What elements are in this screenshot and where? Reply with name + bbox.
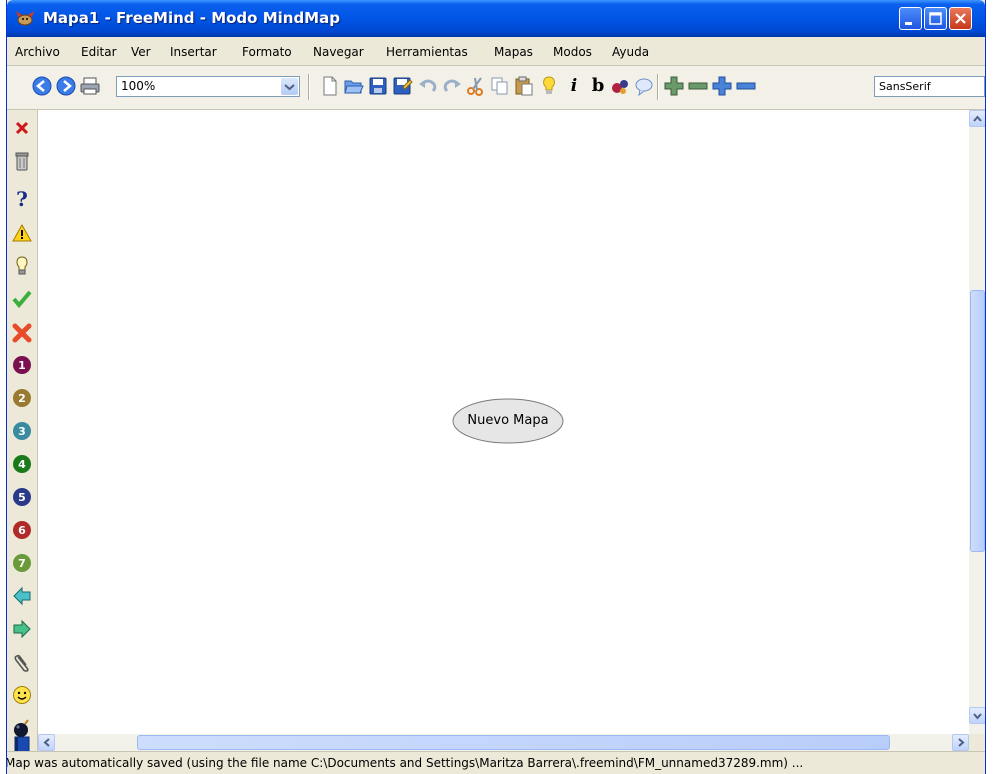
close-button[interactable] (949, 7, 972, 30)
lightbulb-icon[interactable] (538, 75, 560, 97)
scroll-up-button[interactable] (969, 110, 985, 127)
priority-5-icon[interactable]: 5 (12, 486, 32, 508)
minimize-button[interactable] (899, 7, 922, 30)
delete-icon[interactable] (12, 116, 32, 138)
font-family-select[interactable]: SansSerif (874, 76, 985, 97)
app-window: Mapa1 - FreeMind - Modo MindMap Archivo … (6, 0, 986, 774)
save-icon[interactable] (367, 75, 389, 97)
cross-icon[interactable] (12, 321, 32, 343)
menu-modos[interactable]: Modos (553, 45, 592, 59)
priority-2-icon[interactable]: 2 (12, 387, 32, 409)
root-node[interactable]: Nuevo Mapa (452, 398, 564, 444)
paperclip-icon[interactable] (12, 651, 32, 673)
smiley-icon[interactable] (12, 684, 32, 706)
cloud-icon[interactable] (633, 75, 655, 97)
warning-icon[interactable] (12, 222, 32, 244)
menu-mapas[interactable]: Mapas (494, 45, 533, 59)
toolbar-separator (308, 74, 310, 100)
priority-3-icon[interactable]: 3 (12, 420, 32, 442)
menu-formato[interactable]: Formato (242, 45, 292, 59)
font-family-value: SansSerif (879, 80, 931, 93)
vertical-scrollbar[interactable] (969, 110, 985, 734)
priority-4-icon[interactable]: 4 (12, 453, 32, 475)
menu-navegar[interactable]: Navegar (313, 45, 364, 59)
arrow-left-icon[interactable] (12, 585, 32, 607)
priority-5-label: 5 (18, 491, 26, 504)
priority-2-label: 2 (18, 392, 26, 405)
root-node-label: Nuevo Mapa (467, 413, 549, 428)
menu-ayuda[interactable]: Ayuda (612, 45, 649, 59)
freemind-app-icon (15, 9, 35, 27)
horizontal-scroll-thumb[interactable] (137, 735, 890, 750)
enlarge-font-icon[interactable] (663, 75, 685, 97)
priority-4-label: 4 (18, 458, 26, 471)
italic-button[interactable]: i (563, 75, 585, 97)
bold-button[interactable]: b (587, 75, 609, 97)
mindmap-canvas[interactable]: Nuevo Mapa (38, 110, 969, 734)
window-title: Mapa1 - FreeMind - Modo MindMap (43, 9, 340, 27)
checkmark-icon[interactable] (12, 288, 32, 310)
forward-icon[interactable] (55, 75, 77, 97)
title-bar[interactable]: Mapa1 - FreeMind - Modo MindMap (7, 0, 985, 37)
redo-icon[interactable] (441, 75, 463, 97)
menu-bar: Archivo Editar Ver Insertar Formato Nave… (7, 37, 985, 66)
print-icon[interactable] (79, 75, 101, 97)
menu-editar[interactable]: Editar (81, 45, 117, 59)
lightbulb-icon[interactable] (12, 255, 32, 277)
undo-icon[interactable] (417, 75, 439, 97)
scroll-down-button[interactable] (969, 707, 985, 724)
status-bar: Map was automatically saved (using the f… (7, 751, 985, 774)
chevron-down-icon[interactable] (281, 78, 298, 95)
reduce-font-icon[interactable] (687, 75, 709, 97)
copy-icon[interactable] (489, 75, 511, 97)
menu-herramientas[interactable]: Herramientas (386, 45, 468, 59)
save-as-icon[interactable] (391, 75, 413, 97)
priority-7-icon[interactable]: 7 (12, 552, 32, 574)
menu-insertar[interactable]: Insertar (170, 45, 217, 59)
menu-ver[interactable]: Ver (131, 45, 151, 59)
priority-6-label: 6 (18, 524, 26, 537)
cut-icon[interactable] (465, 75, 487, 97)
priority-1-icon[interactable]: 1 (12, 354, 32, 376)
maximize-button[interactable] (924, 7, 947, 30)
toolbar-separator (657, 74, 659, 100)
menu-archivo[interactable]: Archivo (15, 45, 60, 59)
scroll-left-button[interactable] (38, 734, 55, 751)
icon-toolbar: ? 1 2 3 4 5 6 7 (7, 110, 38, 754)
zoom-in-icon[interactable] (711, 75, 733, 97)
main-toolbar: 100% i b SansSerif (7, 66, 985, 110)
status-text: Map was automatically saved (using the f… (6, 756, 804, 770)
priority-1-label: 1 (18, 359, 26, 372)
paste-icon[interactable] (513, 75, 535, 97)
zoom-select[interactable]: 100% (116, 76, 300, 97)
zoom-value: 100% (121, 79, 156, 93)
arrow-right-icon[interactable] (12, 618, 32, 640)
trash-icon[interactable] (12, 150, 32, 172)
zoom-out-icon[interactable] (735, 75, 757, 97)
priority-7-label: 7 (18, 557, 26, 570)
vertical-scroll-thumb[interactable] (970, 290, 985, 552)
new-map-icon[interactable] (319, 75, 341, 97)
priority-3-label: 3 (18, 425, 26, 438)
back-icon[interactable] (31, 75, 53, 97)
horizontal-scrollbar[interactable] (38, 734, 969, 751)
question-icon[interactable]: ? (12, 188, 32, 210)
cloud-color-icon[interactable] (609, 75, 631, 97)
priority-6-icon[interactable]: 6 (12, 519, 32, 541)
open-folder-icon[interactable] (343, 75, 365, 97)
scroll-right-button[interactable] (952, 734, 969, 751)
